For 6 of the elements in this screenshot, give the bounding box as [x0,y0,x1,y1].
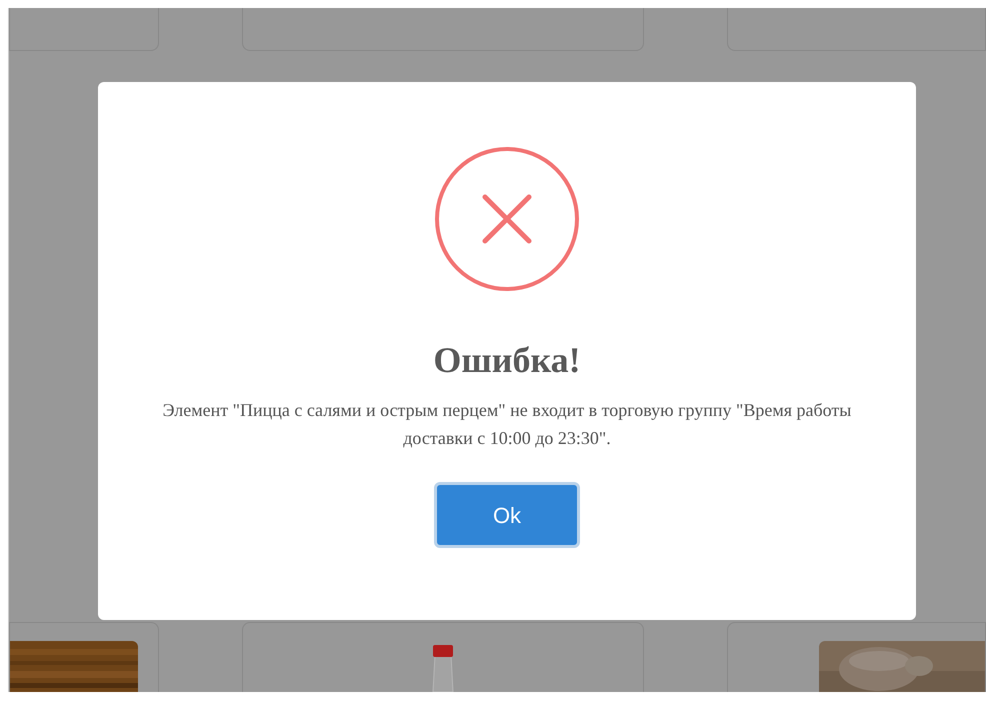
ok-button[interactable]: Ok [434,482,580,548]
dialog-message: Элемент "Пицца с салями и острым перцем" не входит в торговую группу "Время работы доставки с 10:00 до 23:30". [162,399,852,450]
dialog-title: Ошибка! [433,339,581,382]
product-card[interactable] [9,622,159,692]
product-card[interactable] [726,622,986,692]
error-icon [434,146,580,292]
